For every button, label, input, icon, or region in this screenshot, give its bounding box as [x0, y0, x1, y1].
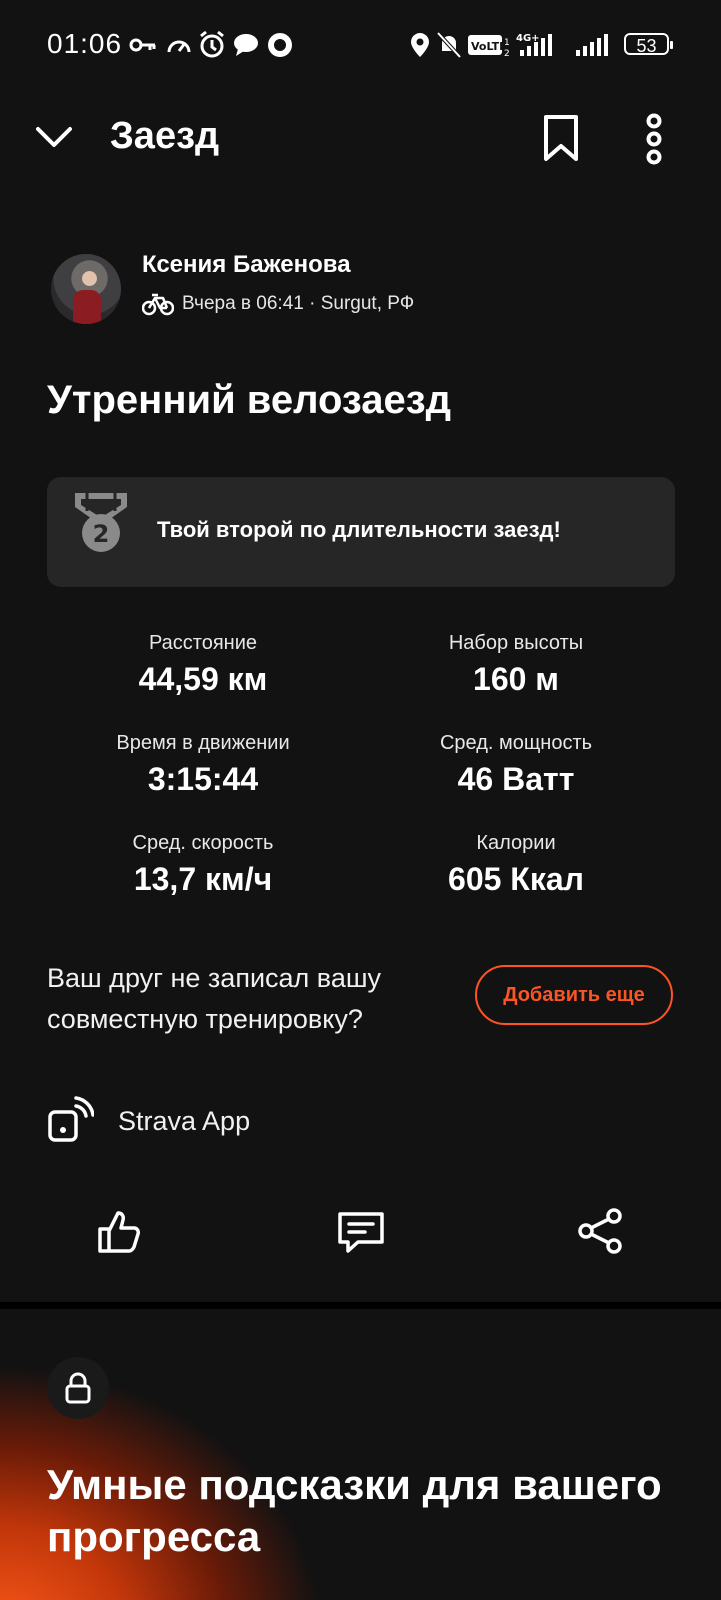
comment-icon[interactable] [336, 1210, 386, 1256]
stat-label: Сред. мощность [439, 732, 593, 754]
location-icon [411, 33, 429, 57]
stat-avg-speed: Сред. скорость 13,7 км/ч [53, 832, 353, 898]
share-icon[interactable] [576, 1207, 624, 1255]
like-icon[interactable] [96, 1207, 144, 1255]
promo-title: Умные подсказки для вашего прогресса [47, 1461, 662, 1560]
bike-icon [142, 293, 174, 316]
stat-moving-time: Время в движении 3:15:44 [53, 732, 353, 798]
status-time: 01:06 [47, 28, 123, 59]
section-divider [0, 1302, 721, 1309]
lock-badge [47, 1357, 109, 1419]
stat-label: Время в движении [116, 732, 290, 754]
stat-label: Калории [476, 832, 556, 854]
device-sync-icon [48, 1096, 94, 1142]
stat-label: Расстояние [148, 632, 258, 654]
stat-label: Набор высоты [448, 632, 584, 654]
medal-icon: 2 [75, 493, 127, 552]
alarm-icon [200, 30, 224, 58]
more-vertical-icon[interactable] [640, 113, 668, 165]
stat-value: 44,59 км [138, 661, 268, 697]
stat-calories: Калории 605 Ккал [366, 832, 666, 898]
chat-icon [234, 34, 258, 56]
battery-icon: 53 [624, 33, 673, 56]
chevron-down-icon[interactable] [34, 120, 74, 154]
speedometer-icon [167, 40, 191, 53]
promo-section[interactable]: Умные подсказки для вашего прогресса [0, 1309, 721, 1600]
signal-4g-icon: 4G+ [516, 33, 552, 56]
stat-elevation: Набор высоты 160 м [366, 632, 666, 698]
volte-icon: VoLTE 12 [468, 35, 510, 59]
avatar[interactable] [51, 254, 121, 324]
svg-text:1: 1 [504, 38, 510, 48]
messenger-icon [268, 33, 292, 57]
activity-title[interactable]: Утренний велозаезд [47, 378, 451, 423]
stat-value: 605 Ккал [448, 861, 584, 897]
stat-value: 160 м [473, 661, 559, 697]
bookmark-icon[interactable] [542, 114, 580, 162]
stat-value: 46 Ватт [457, 761, 575, 797]
page-title: Заезд [110, 115, 220, 157]
medal-number: 2 [93, 520, 110, 548]
activity-date-location: Вчера в 06:41 · Surgut, РФ [182, 293, 415, 314]
stat-value: 3:15:44 [147, 761, 259, 797]
device-label: Strava App [118, 1106, 251, 1136]
activity-meta: Вчера в 06:41 · Surgut, РФ [142, 292, 414, 316]
bell-off-icon [436, 31, 462, 59]
stat-label: Сред. скорость [132, 832, 274, 854]
stat-avg-power: Сред. мощность 46 Ватт [366, 732, 666, 798]
athlete-name[interactable]: Ксения Баженова [142, 251, 351, 279]
lock-icon [65, 1372, 91, 1404]
stat-distance: Расстояние 44,59 км [53, 632, 353, 698]
status-bar: 01:06 VoLTE 12 4G+ 53 [0, 0, 721, 90]
key-icon [129, 38, 156, 52]
achievement-card[interactable]: 2 Твой второй по длительности заезд! [47, 477, 675, 587]
partner-prompt-text: Ваш друг не записал вашу совместную трен… [47, 963, 382, 1034]
achievement-text: Твой второй по длительности заезд! [157, 517, 561, 542]
svg-text:VoLTE: VoLTE [471, 40, 507, 53]
svg-text:2: 2 [504, 49, 510, 59]
signal-icon [576, 34, 608, 56]
add-others-button[interactable]: Добавить еще [475, 965, 673, 1025]
stat-value: 13,7 км/ч [133, 861, 273, 897]
